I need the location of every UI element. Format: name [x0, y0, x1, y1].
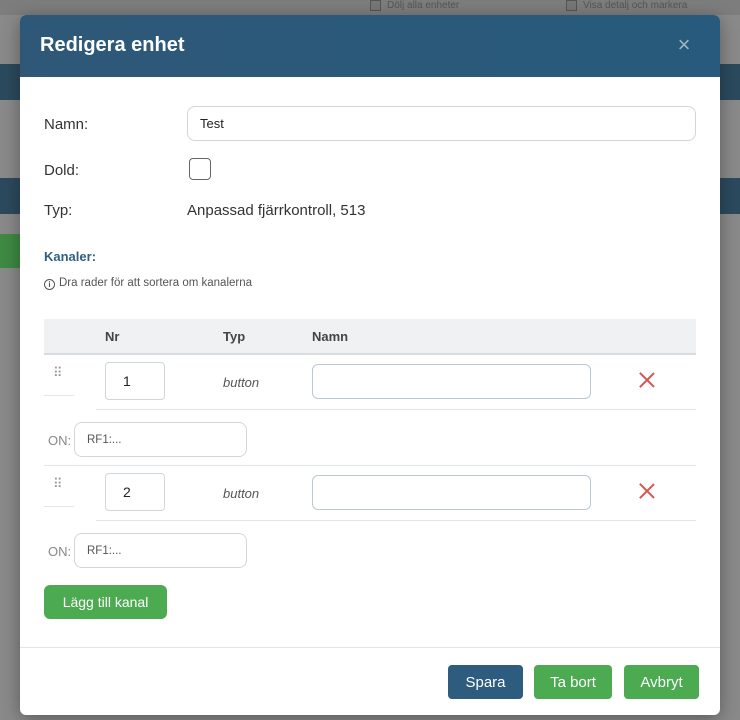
modal-title: Redigera enhet [40, 34, 185, 56]
background-checkbox-1: Dölj alla enheter [370, 0, 459, 12]
background-checkbox-box [566, 0, 577, 11]
name-label: Namn: [44, 116, 89, 133]
on-code-input[interactable] [74, 533, 247, 568]
drag-handle-icon[interactable]: ⠿ [44, 465, 74, 507]
info-icon: i [44, 279, 55, 290]
table-row: ⠿ button [44, 465, 696, 521]
hidden-checkbox[interactable] [189, 158, 211, 180]
background-checkbox-box [370, 0, 381, 11]
column-header-name: Namn [312, 329, 349, 344]
column-header-nr: Nr [105, 329, 120, 344]
column-header-type: Typ [223, 329, 246, 344]
delete-button[interactable]: Ta bort [534, 665, 612, 699]
on-code-input[interactable] [74, 422, 247, 457]
delete-channel-icon[interactable] [638, 482, 656, 500]
table-row: ⠿ button [44, 354, 696, 410]
channel-type: button [223, 486, 260, 501]
delete-channel-icon[interactable] [638, 371, 656, 389]
name-input[interactable] [187, 106, 696, 141]
close-icon[interactable]: × [674, 33, 694, 57]
drag-handle-icon[interactable]: ⠿ [44, 354, 74, 396]
type-label: Typ: [44, 202, 73, 219]
footer-divider [20, 647, 720, 648]
channels-table-header: Nr Typ Namn [44, 319, 696, 355]
channel-name-input[interactable] [312, 364, 591, 399]
sort-hint: i Dra rader för att sortera om kanalerna [44, 277, 252, 290]
row-divider [96, 409, 696, 410]
row-divider [96, 520, 696, 521]
on-label: ON: [48, 544, 72, 559]
sort-hint-text: Dra rader för att sortera om kanalerna [59, 277, 253, 289]
save-button[interactable]: Spara [448, 665, 523, 699]
channel-type: button [223, 375, 260, 390]
edit-device-modal: Redigera enhet × Namn: Dold: Typ: Anpass… [20, 15, 720, 715]
background-checkbox-2: Visa detalj och markera [566, 0, 687, 12]
channel-name-input[interactable] [312, 475, 591, 510]
on-label: ON: [48, 433, 72, 448]
channel-nr-input[interactable] [105, 362, 165, 400]
channel-nr-input[interactable] [105, 473, 165, 511]
hidden-label: Dold: [44, 162, 80, 179]
add-channel-button[interactable]: Lägg till kanal [44, 585, 167, 619]
background-checkbox-label: Dölj alla enheter [387, 0, 460, 11]
background-green-button [0, 234, 20, 268]
modal-header: Redigera enhet × [20, 15, 720, 77]
channels-heading: Kanaler: [44, 249, 97, 264]
background-checkbox-label: Visa detalj och markera [583, 0, 688, 11]
cancel-button[interactable]: Avbryt [624, 665, 699, 699]
type-value: Anpassad fjärrkontroll, 513 [187, 202, 366, 219]
